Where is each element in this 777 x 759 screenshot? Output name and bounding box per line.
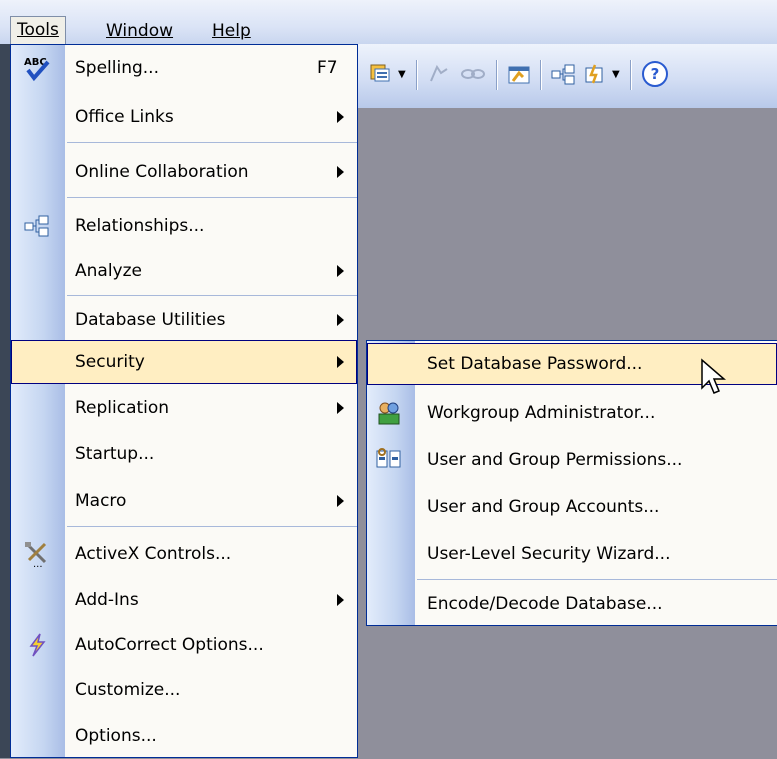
submenu-item-label: User and Group Accounts... [427,497,660,517]
toolbar-separator [496,60,498,90]
menu-separator [67,142,357,143]
properties-icon[interactable] [506,61,532,87]
activex-tools-icon: ... [17,534,57,574]
menu-window[interactable]: Window [100,18,179,44]
menu-item-label: Database Utilities [75,310,226,330]
toolbar-separator [630,60,632,90]
menu-item-add-ins[interactable]: Add-Ins [11,577,357,623]
menu-item-label: Online Collaboration [75,162,249,182]
menu-tools[interactable]: Tools [10,16,66,45]
submenu-arrow-icon [337,402,344,414]
menu-item-security[interactable]: Security [11,340,357,384]
menu-item-label: Add-Ins [75,590,139,610]
help-icon[interactable]: ? [642,61,668,87]
toolbar-separator [540,60,542,90]
link-disabled-icon [460,61,486,87]
menu-separator [67,526,357,527]
submenu-arrow-icon [337,111,344,123]
workgroup-admin-icon [369,393,409,433]
spelling-abc-check-icon: ABC [17,48,57,88]
svg-text:...: ... [33,559,43,568]
submenu-arrow-icon [337,265,344,277]
submenu-arrow-icon [337,495,344,507]
new-object-autoform-icon[interactable] [582,61,608,87]
autocorrect-lightning-icon [17,625,57,665]
menu-item-label: Startup... [75,444,155,464]
menu-item-label: Macro [75,491,127,511]
submenu-arrow-icon [337,166,344,178]
menu-item-relationships[interactable]: Relationships... [11,203,357,249]
menu-item-shortcut: F7 [317,58,338,78]
menu-item-label: AutoCorrect Options... [75,635,264,655]
submenu-item-user-group-accounts[interactable]: User and Group Accounts... [367,484,777,530]
menu-item-label: Spelling... [75,58,159,78]
menu-item-online-collaboration[interactable]: Online Collaboration [11,149,357,195]
menu-window-label: Window [106,21,174,41]
menu-item-label: Security [75,352,145,372]
submenu-arrow-icon [337,356,344,368]
menu-item-label: ActiveX Controls... [75,544,232,564]
dropdown-arrow-icon[interactable]: ▼ [612,69,620,80]
paste-disabled-icon [426,61,452,87]
menu-item-label: Customize... [75,680,181,700]
menu-item-analyze[interactable]: Analyze [11,248,357,294]
relationships-icon [17,206,57,246]
submenu-item-label: Set Database Password... [427,354,643,374]
menu-item-customize[interactable]: Customize... [11,667,357,713]
submenu-item-label: User-Level Security Wizard... [427,544,671,564]
submenu-arrow-icon [337,314,344,326]
menu-tools-label: Tools [17,20,59,40]
menu-bar: Tools Window Help [0,0,777,45]
submenu-item-user-level-security-wizard[interactable]: User-Level Security Wizard... [367,531,777,577]
menu-item-database-utilities[interactable]: Database Utilities [11,297,357,343]
submenu-item-label: User and Group Permissions... [427,450,683,470]
menu-item-label: Options... [75,726,157,746]
menu-separator [67,197,357,198]
menu-item-label: Relationships... [75,216,205,236]
menu-help[interactable]: Help [206,18,257,44]
menu-item-autocorrect-options[interactable]: AutoCorrect Options... [11,622,357,668]
dropdown-arrow-icon[interactable]: ▼ [398,69,406,80]
menu-item-activex-controls[interactable]: ... ActiveX Controls... [11,531,357,577]
menu-item-label: Analyze [75,261,142,281]
menu-item-office-links[interactable]: Office Links [11,94,357,140]
menu-item-startup[interactable]: Startup... [11,431,357,477]
toolbar-separator [416,60,418,90]
menu-item-macro[interactable]: Macro [11,478,357,524]
submenu-arrow-icon [337,594,344,606]
menu-item-spelling[interactable]: ABC Spelling... F7 [11,45,357,91]
submenu-item-label: Workgroup Administrator... [427,403,656,423]
menu-item-replication[interactable]: Replication [11,385,357,431]
tools-menu: ABC Spelling... F7 Office Links Online C… [10,44,358,758]
submenu-item-label: Encode/Decode Database... [427,594,663,614]
submenu-separator [417,579,777,580]
menu-item-label: Replication [75,398,170,418]
new-object-icon[interactable] [368,61,394,87]
menu-help-label: Help [212,21,251,41]
menu-item-label: Office Links [75,107,174,127]
menu-separator [67,295,357,296]
permissions-icon [369,440,409,480]
mouse-pointer-icon [701,358,727,394]
menu-item-options[interactable]: Options... [11,713,357,759]
toolbar: ▼ ▼ ? [356,44,777,108]
submenu-item-encode-decode-database[interactable]: Encode/Decode Database... [367,581,777,627]
relationships-toolbar-icon[interactable] [550,61,576,87]
submenu-item-user-group-permissions[interactable]: User and Group Permissions... [367,437,777,483]
window-edge [0,44,10,758]
